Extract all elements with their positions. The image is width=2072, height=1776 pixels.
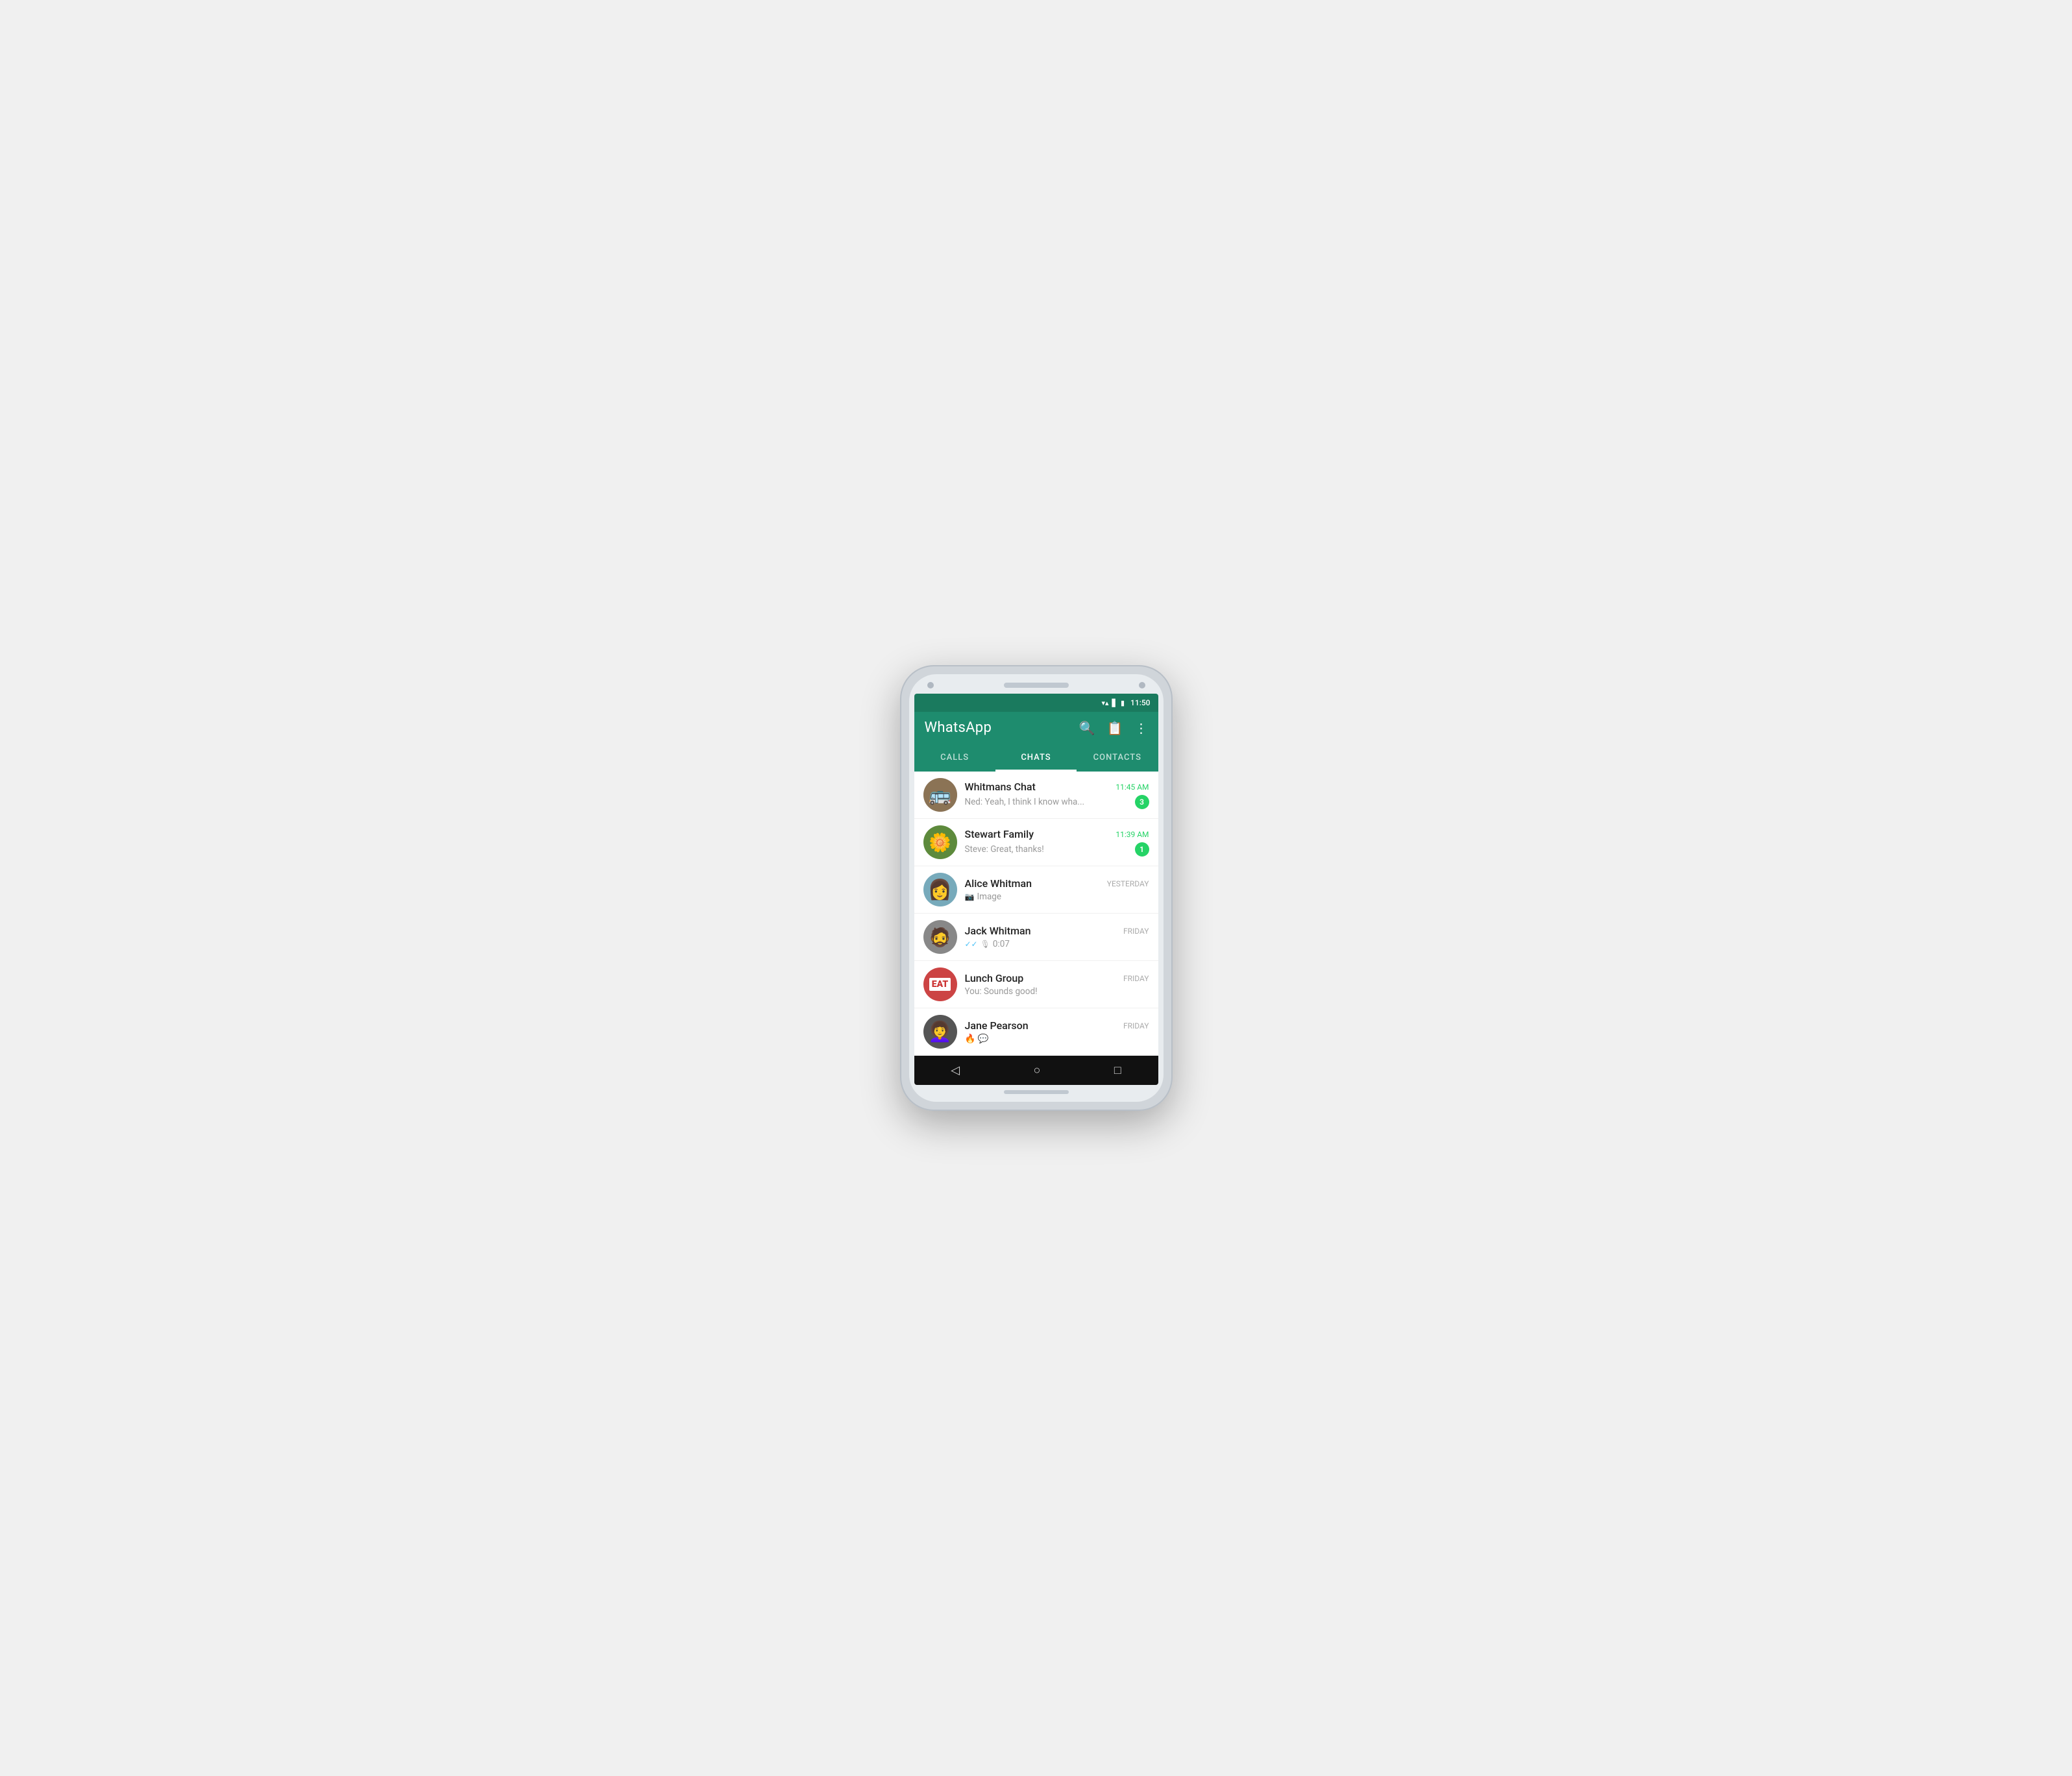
chat-name-lunch: Lunch Group — [965, 972, 1024, 984]
chat-item-jack[interactable]: Jack Whitman FRIDAY ✓✓ 🎙 0:07 — [914, 914, 1158, 961]
phone-device: ▾▴ ▋ ▮ 11:50 WhatsApp 🔍 📋 ⋮ CALLS — [900, 665, 1173, 1111]
chat-time-alice: YESTERDAY — [1107, 879, 1149, 888]
mic-preview-icon: 🎙 — [981, 940, 990, 949]
tab-bar: CALLS CHATS CONTACTS — [914, 744, 1158, 772]
earpiece-speaker — [1004, 683, 1069, 688]
app-title: WhatsApp — [925, 720, 992, 736]
front-camera — [927, 682, 934, 688]
phone-bottom-hardware — [914, 1085, 1158, 1094]
unread-badge-stewart: 1 — [1135, 842, 1149, 857]
chat-list: Whitmans Chat 11:45 AM Ned: Yeah, I thin… — [914, 772, 1158, 1056]
tab-contacts[interactable]: CONTACTS — [1077, 744, 1158, 770]
avatar-stewart — [923, 825, 957, 859]
chat-time-lunch: FRIDAY — [1123, 974, 1149, 983]
header-actions: 🔍 📋 ⋮ — [1079, 720, 1148, 736]
chat-content-lunch: Lunch Group FRIDAY You: Sounds good! — [965, 972, 1149, 997]
avatar-jack — [923, 920, 957, 954]
chat-preview-lunch: You: Sounds good! — [965, 986, 1149, 997]
double-check-icon: ✓✓ — [965, 940, 978, 949]
avatar-lunch — [923, 967, 957, 1001]
status-bar: ▾▴ ▋ ▮ 11:50 — [914, 694, 1158, 712]
avatar-jane — [923, 1015, 957, 1049]
chat-content-whitmans: Whitmans Chat 11:45 AM Ned: Yeah, I thin… — [965, 781, 1149, 809]
tab-chats[interactable]: CHATS — [995, 744, 1077, 770]
chat-preview-whitmans: Ned: Yeah, I think I know wha... — [965, 797, 1135, 807]
nav-recent-button[interactable]: □ — [1114, 1064, 1121, 1077]
chat-name-jack: Jack Whitman — [965, 925, 1031, 937]
front-sensor — [1139, 682, 1145, 688]
avatar-alice — [923, 873, 957, 906]
chat-preview-jack: ✓✓ 🎙 0:07 — [965, 939, 1149, 949]
chat-item-jane[interactable]: Jane Pearson FRIDAY 🔥 💬 — [914, 1008, 1158, 1056]
chat-name-stewart: Stewart Family — [965, 828, 1034, 840]
chat-item-lunch[interactable]: Lunch Group FRIDAY You: Sounds good! — [914, 961, 1158, 1008]
chat-content-jack: Jack Whitman FRIDAY ✓✓ 🎙 0:07 — [965, 925, 1149, 949]
signal-icon: ▋ — [1112, 699, 1117, 707]
nav-home-button[interactable]: ○ — [1034, 1064, 1041, 1077]
app-header: WhatsApp 🔍 📋 ⋮ — [914, 712, 1158, 744]
chat-item-whitmans[interactable]: Whitmans Chat 11:45 AM Ned: Yeah, I thin… — [914, 772, 1158, 819]
chat-content-stewart: Stewart Family 11:39 AM Steve: Great, th… — [965, 828, 1149, 857]
chat-content-jane: Jane Pearson FRIDAY 🔥 💬 — [965, 1019, 1149, 1044]
chat-item-stewart[interactable]: Stewart Family 11:39 AM Steve: Great, th… — [914, 819, 1158, 866]
nav-back-button[interactable]: ◁ — [951, 1064, 960, 1077]
search-icon[interactable]: 🔍 — [1079, 720, 1095, 736]
android-nav-bar: ◁ ○ □ — [914, 1056, 1158, 1085]
chat-preview-alice: 📷 Image — [965, 892, 1149, 902]
chat-time-jane: FRIDAY — [1123, 1021, 1149, 1030]
chat-preview-jane: 🔥 💬 — [965, 1034, 1149, 1044]
chat-item-alice[interactable]: Alice Whitman YESTERDAY 📷 Image — [914, 866, 1158, 914]
bottom-speaker — [1004, 1090, 1069, 1094]
unread-badge-whitmans: 3 — [1135, 795, 1149, 809]
chat-name-whitmans: Whitmans Chat — [965, 781, 1036, 793]
chat-time-whitmans: 11:45 AM — [1115, 783, 1149, 792]
chat-time-stewart: 11:39 AM — [1115, 830, 1149, 839]
chat-name-jane: Jane Pearson — [965, 1019, 1029, 1032]
avatar-whitmans — [923, 778, 957, 812]
chat-time-jack: FRIDAY — [1123, 927, 1149, 936]
phone-top-hardware — [914, 682, 1158, 694]
phone-screen: ▾▴ ▋ ▮ 11:50 WhatsApp 🔍 📋 ⋮ CALLS — [914, 694, 1158, 1085]
status-time: 11:50 — [1130, 698, 1150, 707]
battery-icon: ▮ — [1121, 699, 1125, 707]
chat-name-alice: Alice Whitman — [965, 877, 1032, 890]
camera-preview-icon: 📷 — [965, 892, 975, 901]
chat-content-alice: Alice Whitman YESTERDAY 📷 Image — [965, 877, 1149, 902]
more-options-icon[interactable]: ⋮ — [1135, 720, 1148, 736]
tab-calls[interactable]: CALLS — [914, 744, 995, 770]
wifi-icon: ▾▴ — [1101, 699, 1108, 707]
chat-preview-stewart: Steve: Great, thanks! — [965, 844, 1135, 855]
new-chat-icon[interactable]: 📋 — [1107, 720, 1123, 736]
